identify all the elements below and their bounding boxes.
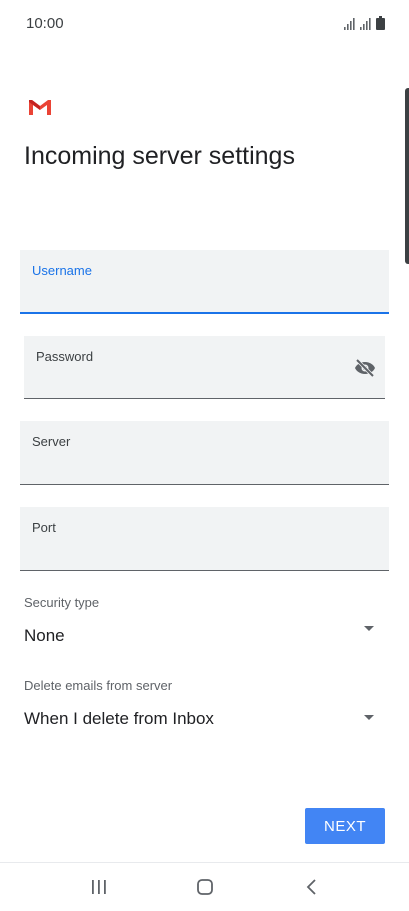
gmail-logo xyxy=(29,100,51,115)
security-type-label: Security type xyxy=(24,595,100,610)
back-icon[interactable] xyxy=(300,875,324,899)
scroll-indicator[interactable] xyxy=(405,88,409,264)
home-icon[interactable] xyxy=(193,875,217,899)
battery-icon xyxy=(376,16,385,30)
signal-icon xyxy=(360,18,371,30)
delete-emails-select[interactable]: When I delete from Inbox xyxy=(20,701,390,735)
username-field[interactable]: Username xyxy=(20,250,389,314)
status-time: 10:00 xyxy=(26,15,64,32)
password-input[interactable] xyxy=(36,370,341,390)
signal-icon xyxy=(344,18,355,30)
chevron-down-icon xyxy=(364,626,374,631)
password-field[interactable]: Password xyxy=(24,336,385,399)
security-type-select[interactable]: None xyxy=(20,618,390,652)
username-input[interactable] xyxy=(32,284,345,304)
username-label: Username xyxy=(32,263,92,278)
password-label: Password xyxy=(36,349,94,364)
next-button[interactable]: NEXT xyxy=(305,808,385,844)
status-icons xyxy=(344,16,385,30)
server-label: Server xyxy=(32,434,71,449)
delete-emails-label: Delete emails from server xyxy=(24,678,173,693)
server-input[interactable] xyxy=(32,455,345,475)
server-field[interactable]: Server xyxy=(20,421,389,485)
port-label: Port xyxy=(32,520,56,535)
port-input[interactable] xyxy=(32,541,345,561)
delete-emails-value: When I delete from Inbox xyxy=(24,709,214,728)
recents-icon[interactable] xyxy=(87,875,111,899)
nav-bar xyxy=(0,862,409,911)
eye-off-icon[interactable] xyxy=(353,356,377,380)
security-type-value: None xyxy=(24,626,65,645)
page-title: Incoming server settings xyxy=(24,142,295,170)
chevron-down-icon xyxy=(364,715,374,720)
port-field[interactable]: Port xyxy=(20,507,389,571)
status-bar: 10:00 xyxy=(0,0,409,48)
